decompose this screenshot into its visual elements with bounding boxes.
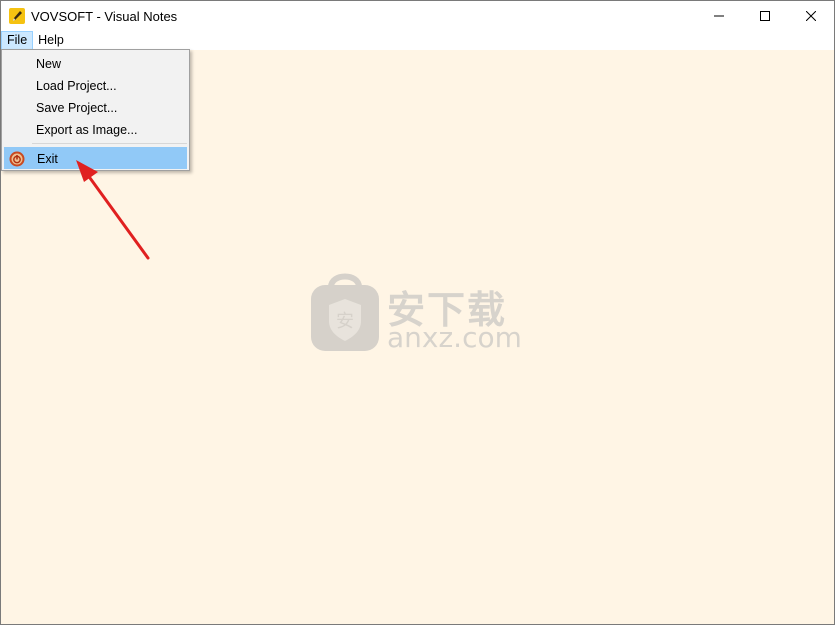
svg-text:安: 安 bbox=[336, 311, 354, 332]
menu-item-export-image[interactable]: Export as Image... bbox=[4, 119, 187, 141]
title-bar[interactable]: VOVSOFT - Visual Notes bbox=[1, 1, 834, 31]
menu-item-new[interactable]: New bbox=[4, 53, 187, 75]
close-button[interactable] bbox=[788, 1, 834, 31]
menu-item-save-project[interactable]: Save Project... bbox=[4, 97, 187, 119]
menu-item-exit-label: Exit bbox=[37, 152, 58, 166]
menu-separator bbox=[32, 143, 187, 144]
power-icon bbox=[9, 151, 25, 167]
close-icon bbox=[806, 11, 816, 21]
watermark: 安 安下载 anxz.com bbox=[309, 269, 539, 359]
app-pencil-icon bbox=[9, 8, 25, 24]
menu-file[interactable]: File bbox=[1, 31, 34, 50]
maximize-button[interactable] bbox=[742, 1, 788, 31]
minimize-button[interactable] bbox=[696, 1, 742, 31]
window-controls bbox=[696, 1, 834, 31]
minimize-icon bbox=[714, 15, 724, 17]
shield-bag-icon: 安 bbox=[311, 273, 379, 351]
menu-item-exit[interactable]: Exit bbox=[4, 147, 187, 169]
watermark-en-text: anxz.com bbox=[387, 321, 522, 354]
window-title: VOVSOFT - Visual Notes bbox=[31, 8, 178, 24]
menu-item-load-project[interactable]: Load Project... bbox=[4, 75, 187, 97]
menu-help[interactable]: Help bbox=[33, 31, 69, 50]
file-menu-dropdown: New Load Project... Save Project... Expo… bbox=[1, 49, 190, 171]
maximize-icon bbox=[760, 11, 770, 21]
menu-bar: File Help bbox=[1, 31, 834, 50]
